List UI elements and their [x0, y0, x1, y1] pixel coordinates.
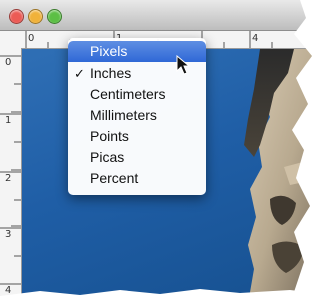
h-ruler-label-0: 0: [28, 33, 35, 44]
close-icon[interactable]: [9, 9, 24, 24]
menu-item-label: Centimeters: [90, 86, 166, 102]
v-ruler-label-1: 1: [5, 115, 12, 126]
arrow-cursor-icon: [176, 55, 191, 75]
menu-item-label: Percent: [90, 170, 139, 186]
v-ruler-label-4: 4: [5, 285, 12, 296]
vertical-ruler[interactable]: 0 1 2 3 4: [0, 48, 22, 304]
zoom-icon[interactable]: [47, 9, 62, 24]
menu-item-label: Inches: [90, 65, 132, 81]
menu-item-centimeters[interactable]: Centimeters: [68, 84, 206, 105]
menu-item-picas[interactable]: Picas: [68, 147, 206, 168]
menu-item-label: Pixels: [90, 43, 128, 59]
menu-item-label: Picas: [90, 149, 125, 165]
menu-item-label: Points: [90, 128, 129, 144]
v-ruler-label-2: 2: [5, 173, 12, 184]
v-ruler-label-3: 3: [5, 229, 12, 240]
v-ruler-label-0: 0: [5, 57, 12, 68]
image-window: 0 1 4 0 1 2 3 4: [0, 0, 324, 304]
minimize-icon[interactable]: [28, 9, 43, 24]
checkmark-icon: ✓: [74, 66, 85, 81]
menu-item-millimeters[interactable]: Millimeters: [68, 105, 206, 126]
h-ruler-label-4: 4: [252, 33, 259, 44]
menu-item-points[interactable]: Points: [68, 126, 206, 147]
menu-item-percent[interactable]: Percent: [68, 168, 206, 189]
title-bar: [0, 0, 324, 31]
menu-item-label: Millimeters: [90, 107, 157, 123]
